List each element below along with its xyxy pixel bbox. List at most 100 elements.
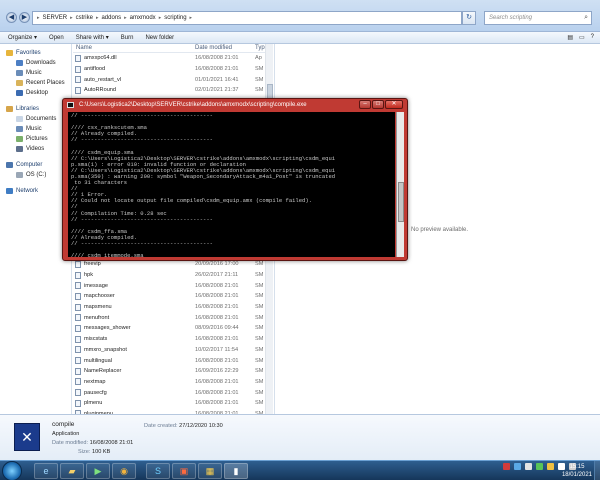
console-title-bar[interactable]: C:\Users\Logistica2\Desktop\SERVER\cstri… (63, 99, 407, 111)
file-row[interactable]: pausecfg 16/08/2008 21:01 SM (73, 387, 273, 398)
nav-computer[interactable]: Computer (0, 160, 71, 170)
search-icon[interactable]: ⌕ (584, 14, 588, 22)
app-icon[interactable]: ▣ (172, 463, 196, 479)
minimize-button[interactable]: – (359, 100, 371, 109)
media-player-icon[interactable]: ▶ (86, 463, 110, 479)
clock-time: 15:15 (569, 464, 585, 470)
file-date: 16/08/2008 21:01 (195, 400, 239, 407)
show-desktop-button[interactable] (594, 461, 600, 480)
file-icon (75, 76, 81, 84)
file-date: 16/09/2016 22:29 (195, 368, 239, 375)
file-row[interactable]: NameReplacer 16/09/2016 22:29 SM (73, 366, 273, 377)
nav-item-downloads[interactable]: Downloads (0, 58, 71, 68)
breadcrumb-separator-icon[interactable]: ▸ (124, 15, 127, 21)
file-list-header: Name Date modified Typ (73, 44, 273, 53)
tray-app-icon[interactable] (536, 463, 543, 470)
tray-app-icon[interactable] (525, 463, 532, 470)
nav-favorites[interactable]: Favorites (0, 48, 71, 58)
forward-button[interactable]: ▶ (19, 12, 30, 23)
file-row[interactable]: antiflood 16/08/2008 21:01 SM (73, 64, 273, 75)
search-input[interactable]: Search scripting ⌕ (484, 11, 592, 25)
close-button[interactable]: ✕ (385, 100, 403, 109)
console-taskbar-icon[interactable]: ▮ (224, 463, 248, 479)
desktop-icon (16, 90, 23, 96)
nav-libraries[interactable]: Libraries (0, 104, 71, 114)
skype-icon[interactable]: S (146, 463, 170, 479)
nav-item-documents[interactable]: Documents (0, 114, 71, 124)
nav-item-pictures[interactable]: Pictures (0, 134, 71, 144)
nav-item-os-drive[interactable]: OS (C:) (0, 170, 71, 180)
file-row[interactable]: plmenu 16/08/2008 21:01 SM (73, 398, 273, 409)
nav-item-desktop[interactable]: Desktop (0, 88, 71, 98)
pictures-icon (16, 136, 23, 142)
file-row[interactable]: mmxro_snapshot 10/02/2017 11:54 SM (73, 345, 273, 356)
nav-item-videos[interactable]: Videos (0, 144, 71, 154)
nav-item-recent-places[interactable]: Recent Places (0, 78, 71, 88)
console-scrollbar-thumb[interactable] (398, 182, 404, 222)
burn-button[interactable]: Burn (121, 35, 134, 41)
breadcrumb-addons[interactable]: addons (101, 15, 121, 21)
file-icon (75, 324, 81, 332)
breadcrumb-separator-icon[interactable]: ▸ (70, 15, 73, 21)
file-row[interactable]: amxxpc64.dll 16/08/2008 21:01 Ap (73, 53, 273, 64)
computer-icon (6, 162, 13, 168)
breadcrumb-separator-icon[interactable]: ▸ (190, 15, 193, 21)
breadcrumb-scripting[interactable]: scripting (164, 15, 186, 21)
open-button[interactable]: Open (49, 35, 64, 41)
file-row[interactable]: nextmap 16/08/2008 21:01 SM (73, 377, 273, 388)
maximize-button[interactable]: □ (372, 100, 384, 109)
nav-network[interactable]: Network (0, 186, 71, 196)
file-icon (75, 54, 81, 62)
tray-app-icon[interactable] (547, 463, 554, 470)
console-output[interactable]: // -------------------------------------… (68, 112, 395, 257)
star-icon (6, 50, 13, 56)
start-button[interactable] (2, 461, 22, 480)
file-row[interactable]: menufront 16/08/2008 21:01 SM (73, 312, 273, 323)
file-row[interactable]: mapsmenu 16/08/2008 21:01 SM (73, 302, 273, 313)
game-icon[interactable]: ▦ (198, 463, 222, 479)
column-date-modified[interactable]: Date modified (195, 45, 255, 51)
nav-item-lib-music[interactable]: Music (0, 124, 71, 134)
preview-pane-icon[interactable]: ▭ (579, 34, 585, 41)
breadcrumb-cstrike[interactable]: cstrike (76, 15, 93, 21)
clock[interactable]: 15:15 18/01/2021 (562, 463, 592, 479)
folder-icon: ▸ (37, 15, 40, 21)
file-icon (75, 314, 81, 322)
organize-menu[interactable]: Organize ▾ (8, 34, 37, 41)
chrome-icon[interactable]: ◉ (112, 463, 136, 479)
breadcrumb-separator-icon[interactable]: ▸ (96, 15, 99, 21)
view-options-icon[interactable]: ▤ (567, 34, 573, 41)
file-explorer-icon[interactable]: ▰ (60, 463, 84, 479)
compile-console-window[interactable]: C:\Users\Logistica2\Desktop\SERVER\cstri… (62, 98, 408, 261)
new-folder-button[interactable]: New folder (145, 35, 174, 41)
column-name[interactable]: Name (73, 45, 195, 51)
recent-places-icon (16, 80, 23, 86)
file-date: 08/09/2016 09:44 (195, 325, 239, 332)
back-button[interactable]: ◀ (6, 12, 17, 23)
tray-app-icon[interactable] (503, 463, 510, 470)
file-row[interactable]: hpk 26/02/2017 21:11 SM (73, 270, 273, 281)
refresh-button[interactable]: ↻ (462, 11, 476, 25)
file-row[interactable]: multilingual 16/08/2008 21:01 SM (73, 355, 273, 366)
breadcrumb-amxmodx[interactable]: amxmodx (130, 15, 156, 21)
drive-icon (16, 172, 23, 178)
file-row[interactable]: AutoRRound 02/01/2021 21:37 SM (73, 85, 273, 96)
breadcrumb-separator-icon[interactable]: ▸ (159, 15, 162, 21)
file-icon (75, 378, 81, 386)
help-icon[interactable]: ? (591, 34, 594, 41)
nav-item-music[interactable]: Music (0, 68, 71, 78)
internet-explorer-icon[interactable]: e (34, 463, 58, 479)
file-row[interactable]: imessage 16/08/2008 21:01 SM (73, 280, 273, 291)
tray-app-icon[interactable] (514, 463, 521, 470)
file-row[interactable]: messages_shower 08/09/2016 09:44 SM (73, 323, 273, 334)
console-scrollbar[interactable] (396, 112, 404, 257)
file-row[interactable]: mapchooser 16/08/2008 21:01 SM (73, 291, 273, 302)
taskbar: e ▰ ▶ ◉ S ▣ ▦ ▮ 15:15 18/01/2021 (0, 460, 600, 480)
file-row[interactable]: miscstats 16/08/2008 21:01 SM (73, 334, 273, 345)
share-with-menu[interactable]: Share with ▾ (76, 34, 109, 41)
address-bar[interactable]: ▸ SERVER ▸ cstrike ▸ addons ▸ amxmodx ▸ … (32, 11, 462, 25)
file-row[interactable]: auto_restart_vl 01/01/2021 16:41 SM (73, 74, 273, 85)
file-name: menufront (84, 314, 110, 321)
file-date: 16/08/2008 21:01 (195, 55, 239, 62)
breadcrumb-server[interactable]: SERVER (43, 15, 68, 21)
